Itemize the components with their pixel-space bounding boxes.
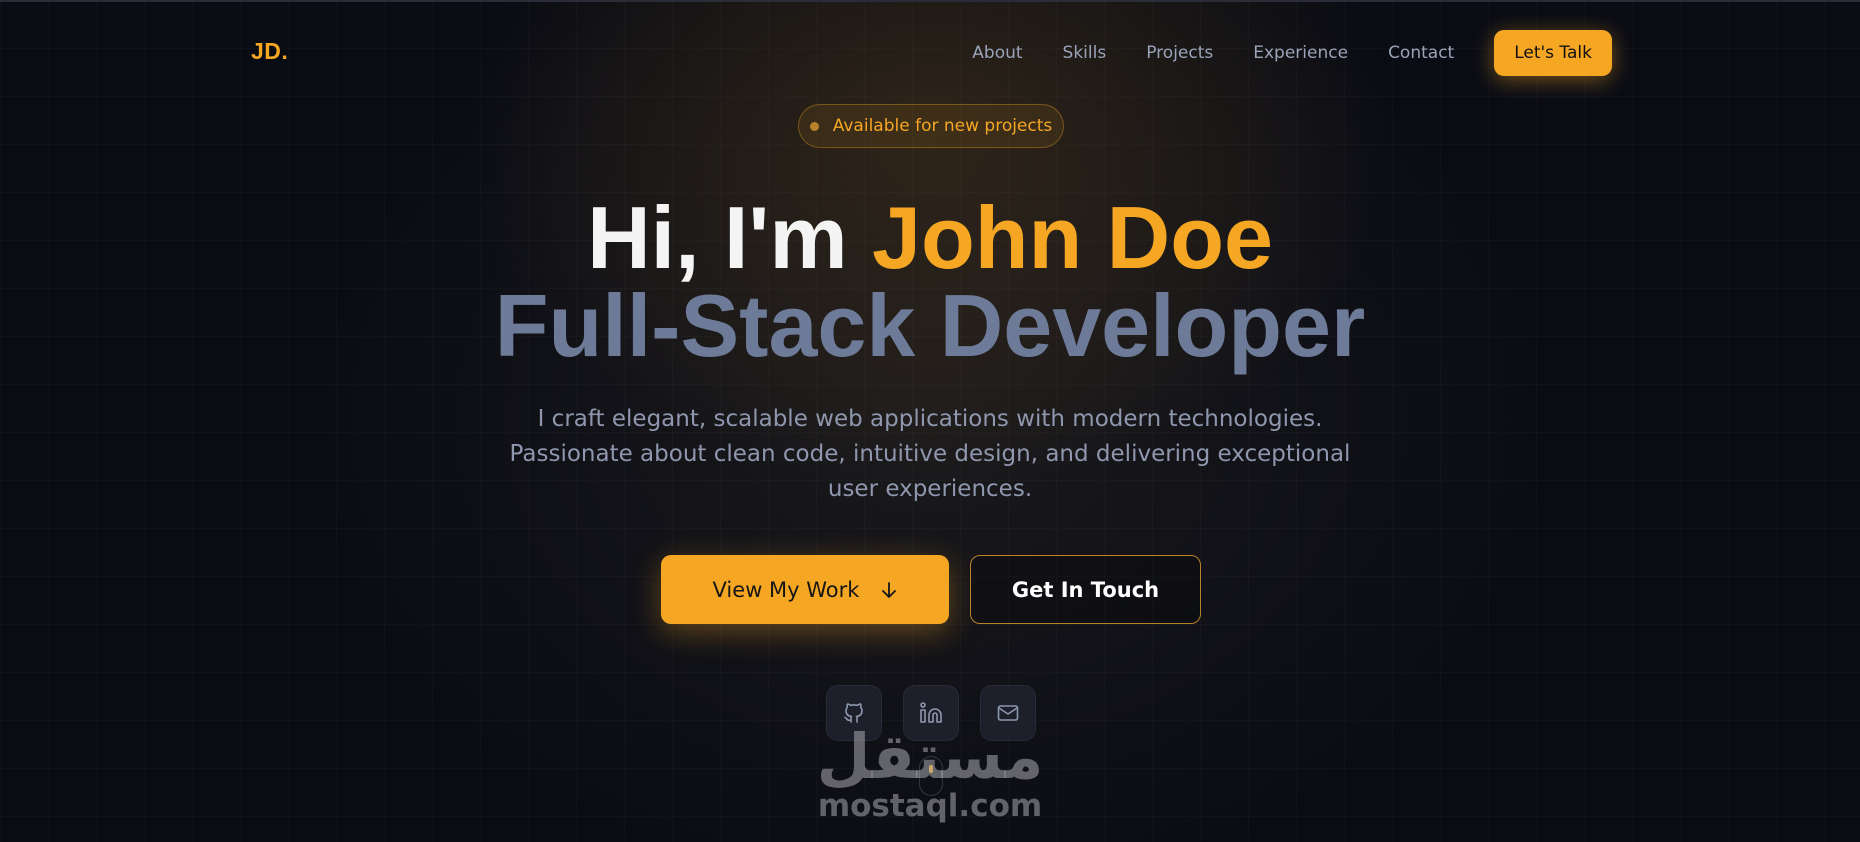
- lets-talk-button[interactable]: Let's Talk: [1494, 30, 1612, 76]
- nav-link-about[interactable]: About: [972, 43, 1022, 63]
- main-nav: About Skills Projects Experience Contact…: [972, 30, 1612, 76]
- top-border: [0, 0, 1860, 2]
- hero-greeting: Hi, I'm: [587, 188, 873, 287]
- hero-name: John Doe: [872, 188, 1273, 287]
- get-in-touch-button[interactable]: Get In Touch: [970, 555, 1201, 624]
- view-my-work-button[interactable]: View My Work: [661, 555, 949, 624]
- nav-link-projects[interactable]: Projects: [1146, 43, 1213, 63]
- page: JD. About Skills Projects Experience Con…: [0, 0, 1860, 842]
- status-dot-icon: [809, 121, 819, 131]
- get-in-touch-label: Get In Touch: [1011, 577, 1160, 602]
- view-my-work-label: View My Work: [712, 577, 860, 602]
- logo[interactable]: JD.: [251, 38, 288, 65]
- watermark-arabic: مستقل: [816, 720, 1044, 793]
- availability-badge: Available for new projects: [798, 104, 1064, 148]
- hero-description: I craft elegant, scalable web applicatio…: [509, 406, 1351, 502]
- availability-text: Available for new projects: [832, 116, 1053, 136]
- hero-title: Hi, I'm John Doe: [0, 188, 1860, 288]
- arrow-down-icon: [882, 581, 897, 598]
- nav-link-contact[interactable]: Contact: [1388, 43, 1454, 63]
- nav-link-experience[interactable]: Experience: [1253, 43, 1348, 63]
- watermark-latin: mostaql.com: [817, 788, 1043, 824]
- hero-role: Full-Stack Developer: [494, 276, 1366, 375]
- nav-link-skills[interactable]: Skills: [1063, 43, 1107, 63]
